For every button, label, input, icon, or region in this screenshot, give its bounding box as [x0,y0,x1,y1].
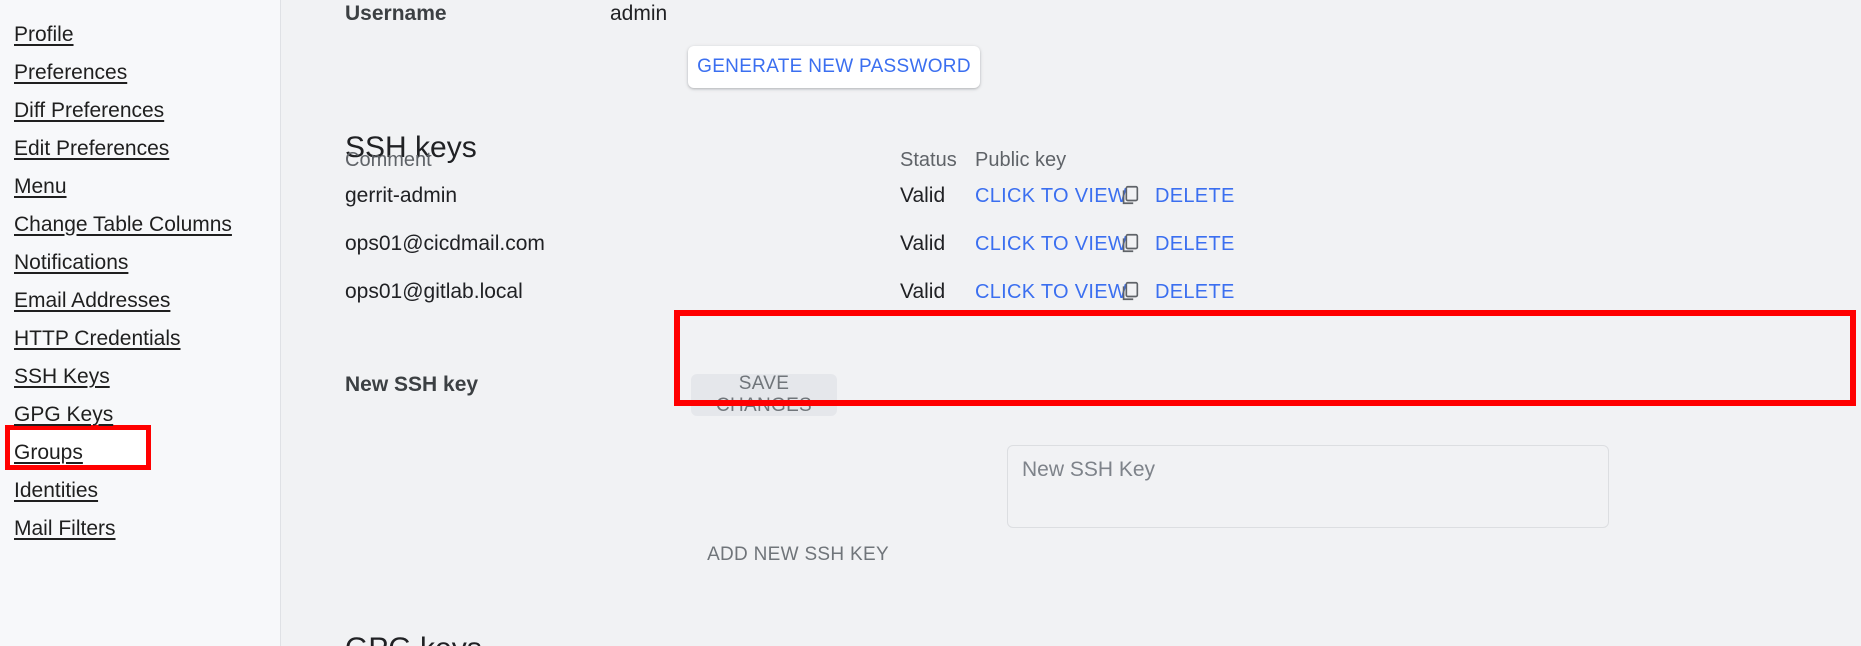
app-root: Profile Preferences Diff Preferences Edi… [0,0,1861,646]
new-ssh-key-input[interactable] [1007,445,1609,528]
new-ssh-key-label: New SSH key [345,373,479,396]
save-changes-button[interactable]: SAVE CHANGES [691,373,837,416]
sidebar-item-mail-filters[interactable]: Mail Filters [14,516,116,542]
column-header-public-key: Public key [975,149,1067,171]
sidebar-item-menu[interactable]: Menu [14,174,67,200]
sidebar-item-groups[interactable]: Groups [14,440,83,466]
username-label: Username [345,2,447,25]
column-header-status: Status [900,149,957,171]
ssh-key-row-highlight-box [674,310,1856,406]
sidebar-item-identities[interactable]: Identities [14,478,98,504]
table-row-comment: ops01@gitlab.local [345,280,523,303]
copy-icon[interactable] [1119,232,1141,254]
table-row-comment: ops01@cicdmail.com [345,232,545,255]
sidebar-item-diff-preferences[interactable]: Diff Preferences [14,98,164,124]
add-new-ssh-key-button[interactable]: ADD NEW SSH KEY [685,534,911,576]
sidebar-item-email-addresses[interactable]: Email Addresses [14,288,170,314]
sidebar-item-notifications[interactable]: Notifications [14,250,128,276]
click-to-view-link[interactable]: CLICK TO VIEW [975,185,1127,208]
username-value: admin [610,2,668,25]
delete-link[interactable]: DELETE [1155,281,1235,304]
settings-sidebar: Profile Preferences Diff Preferences Edi… [0,0,281,646]
table-row-comment: gerrit-admin [345,184,458,207]
status-badge: Valid [900,280,946,303]
copy-icon[interactable] [1119,280,1141,302]
sidebar-item-ssh-keys[interactable]: SSH Keys [14,364,110,390]
sidebar-item-edit-preferences[interactable]: Edit Preferences [14,136,169,162]
delete-link[interactable]: DELETE [1155,233,1235,256]
delete-link[interactable]: DELETE [1155,185,1235,208]
gpg-keys-heading: GPG keys [345,632,482,646]
sidebar-item-profile[interactable]: Profile [14,22,74,48]
click-to-view-link[interactable]: CLICK TO VIEW [975,233,1127,256]
sidebar-item-gpg-keys[interactable]: GPG Keys [14,402,113,428]
click-to-view-link[interactable]: CLICK TO VIEW [975,281,1127,304]
sidebar-item-http-credentials[interactable]: HTTP Credentials [14,326,181,352]
sidebar-item-preferences[interactable]: Preferences [14,60,127,86]
status-badge: Valid [900,184,946,207]
status-badge: Valid [900,232,946,255]
column-header-comment: Comment [345,149,432,171]
generate-new-password-button[interactable]: GENERATE NEW PASSWORD [688,46,980,88]
copy-icon[interactable] [1119,184,1141,206]
sidebar-item-change-table-columns[interactable]: Change Table Columns [14,212,232,238]
settings-main-content: Username admin GENERATE NEW PASSWORD SSH… [281,0,1861,646]
